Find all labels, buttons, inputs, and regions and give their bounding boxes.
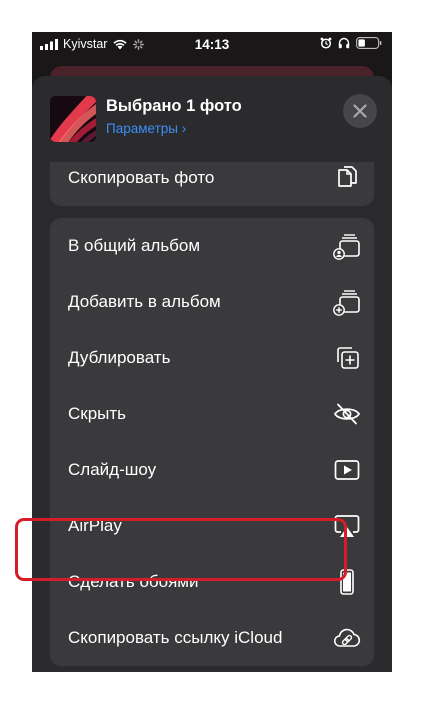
action-label: Скопировать фото [68,168,215,187]
action-copy-photo[interactable]: Скопировать фото [50,150,374,206]
headphones-icon [338,37,350,49]
status-right [320,37,382,49]
photo-thumbnail [50,96,96,142]
action-copy-icloud-link[interactable]: Скопировать ссылку iCloud [50,610,374,666]
slideshow-icon [334,460,360,480]
icloud-link-icon [333,628,361,647]
close-button[interactable] [343,94,377,128]
shared-album-icon [333,234,360,260]
action-label: Слайд-шоу [68,460,157,479]
add-to-album-icon [333,290,360,316]
highlight-frame [15,518,347,581]
close-icon [353,104,367,118]
hide-eye-icon [334,403,360,425]
copy-group: Скопировать фото [50,162,374,206]
actions-group: В общий альбом Добавить в альбом Дублиро… [50,218,374,666]
alarm-clock-icon [320,37,332,49]
selection-title: Выбрано 1 фото [106,97,242,115]
action-label: В общий альбом [68,236,201,255]
action-label: Скопировать ссылку iCloud [68,628,283,647]
status-bar: Kyivstar 14:13 [32,32,392,58]
battery-icon [356,37,382,49]
action-add-to-album[interactable]: Добавить в альбом [50,274,374,330]
action-label: Дублировать [68,348,171,367]
action-slideshow[interactable]: Слайд-шоу [50,442,374,498]
action-label: Добавить в альбом [68,292,221,311]
duplicate-icon [337,347,359,369]
action-shared-album[interactable]: В общий альбом [50,218,374,274]
action-duplicate[interactable]: Дублировать [50,330,374,386]
chevron-right-icon: › [181,121,187,136]
copy-photo-icon [338,166,357,187]
action-label: Скрыть [68,404,127,423]
share-sheet: Выбрано 1 фото Параметры › Скопировать ф… [32,76,392,672]
options-link-label: Параметры [106,121,178,136]
options-link[interactable]: Параметры › [106,121,186,136]
action-hide[interactable]: Скрыть [50,386,374,442]
